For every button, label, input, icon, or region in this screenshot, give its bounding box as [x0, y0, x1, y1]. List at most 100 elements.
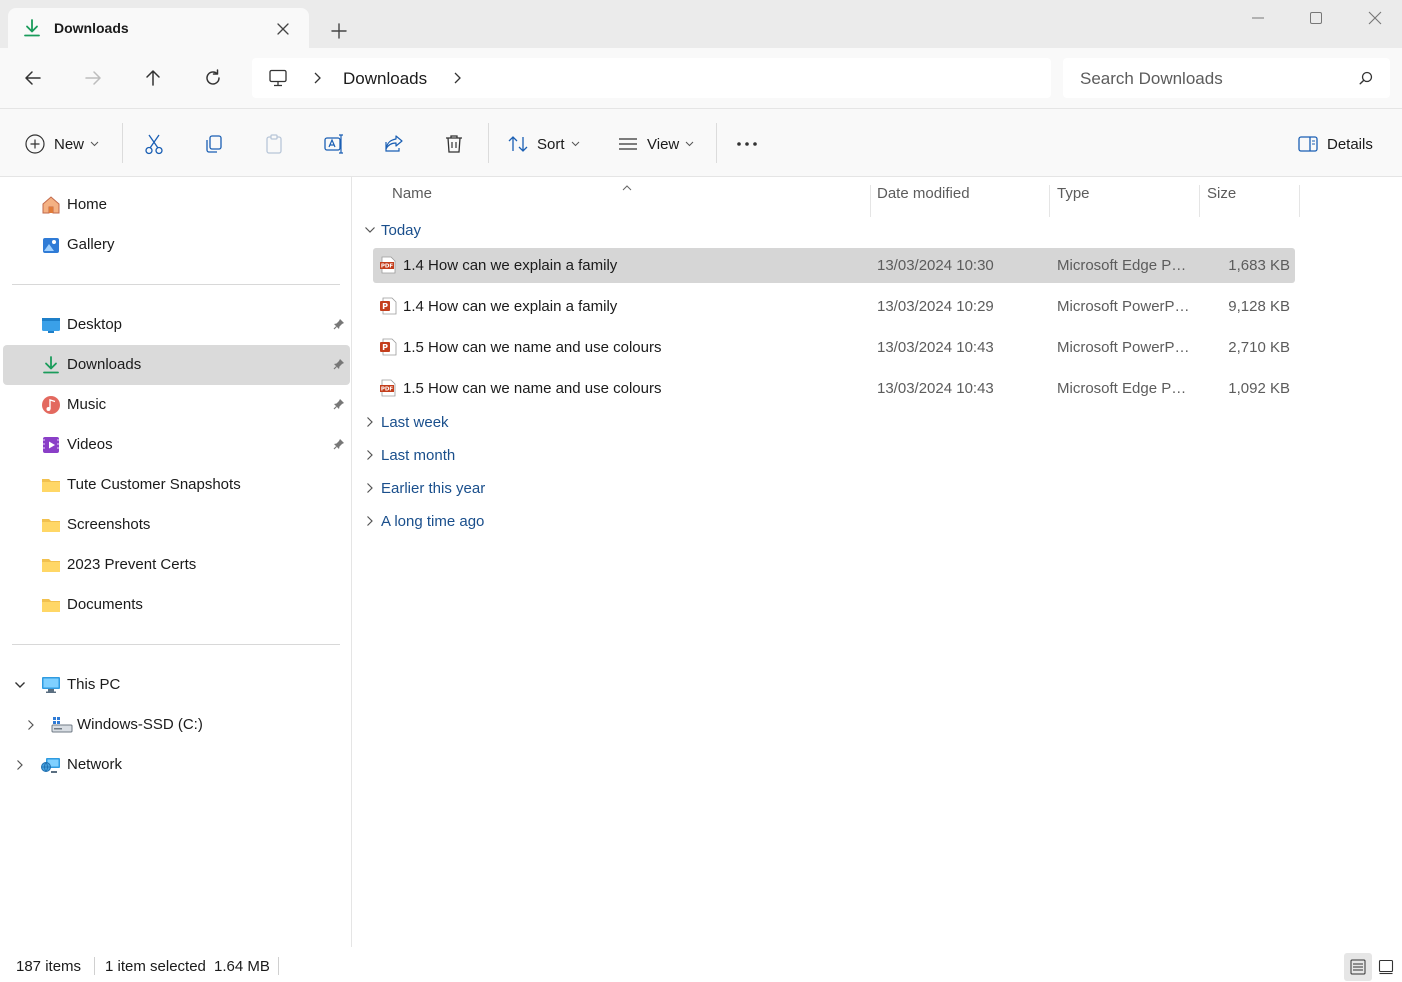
- file-date: 13/03/2024 10:43: [877, 339, 994, 356]
- sidebar-item-label: Downloads: [67, 356, 142, 373]
- file-name: 1.4 How can we explain a family: [403, 257, 618, 274]
- file-row[interactable]: PDF 1.4 How can we explain a family 13/0…: [373, 248, 1295, 283]
- new-button[interactable]: New: [24, 131, 99, 157]
- pin-icon[interactable]: [333, 318, 345, 330]
- group-header-last-week[interactable]: Last week: [363, 410, 449, 434]
- pin-icon[interactable]: [333, 438, 345, 450]
- item-count: 187 items: [16, 958, 82, 975]
- refresh-button[interactable]: [201, 66, 225, 90]
- sidebar-item-gallery[interactable]: Gallery: [3, 225, 350, 265]
- chevron-right-icon[interactable]: [14, 759, 26, 771]
- search-input[interactable]: Search Downloads: [1063, 58, 1390, 98]
- file-row[interactable]: P 1.4 How can we explain a family 13/03/…: [373, 289, 1295, 324]
- cut-button[interactable]: [143, 131, 165, 157]
- sidebar-item-label: Tute Customer Snapshots: [67, 476, 241, 493]
- column-divider[interactable]: [1199, 185, 1200, 217]
- column-header-name[interactable]: Name: [392, 185, 432, 202]
- download-icon: [41, 355, 61, 375]
- large-icons-view-button[interactable]: [1372, 953, 1400, 981]
- chevron-down-icon: [571, 141, 580, 147]
- group-header-a-long-time-ago[interactable]: A long time ago: [363, 509, 484, 533]
- file-row[interactable]: PDF 1.5 How can we name and use colours …: [373, 371, 1295, 406]
- group-label: Earlier this year: [381, 479, 486, 497]
- pin-icon[interactable]: [333, 358, 345, 370]
- details-pane-button[interactable]: Details: [1297, 131, 1373, 157]
- column-header-date[interactable]: Date modified: [877, 185, 970, 202]
- sidebar-item-videos[interactable]: Videos: [3, 425, 350, 465]
- sidebar-item-screenshots[interactable]: Screenshots: [3, 505, 350, 545]
- file-name: 1.4 How can we explain a family: [403, 298, 618, 315]
- close-window-button[interactable]: [1352, 4, 1398, 32]
- title-bar: Downloads: [0, 0, 1402, 48]
- sidebar-item-home[interactable]: Home: [3, 185, 350, 225]
- music-icon: [41, 395, 61, 415]
- group-header-earlier-this-year[interactable]: Earlier this year: [363, 476, 485, 500]
- file-date: 13/03/2024 10:43: [877, 380, 994, 397]
- rename-button[interactable]: [323, 131, 345, 157]
- chevron-right-icon[interactable]: [25, 719, 37, 731]
- column-header-type[interactable]: Type: [1057, 185, 1090, 202]
- file-size: 2,710 KB: [1228, 339, 1290, 356]
- search-icon[interactable]: [1359, 71, 1373, 85]
- sort-icon: [507, 133, 529, 155]
- trash-icon: [443, 133, 465, 155]
- tab-downloads[interactable]: Downloads: [8, 8, 309, 48]
- sidebar-item-windows-ssd[interactable]: Windows-SSD (C:): [3, 705, 350, 745]
- sort-button[interactable]: Sort: [507, 131, 580, 157]
- computer-icon[interactable]: [268, 68, 288, 88]
- maximize-button[interactable]: [1293, 4, 1339, 32]
- command-bar: New Sort View Details: [0, 108, 1402, 177]
- details-view-button[interactable]: [1344, 953, 1372, 981]
- back-button[interactable]: [21, 66, 45, 90]
- chevron-down-icon: [363, 224, 377, 236]
- videos-icon: [41, 435, 61, 455]
- column-divider[interactable]: [870, 185, 871, 217]
- status-bar: 187 items 1 item selected 1.64 MB: [0, 947, 1402, 982]
- chevron-down-icon[interactable]: [14, 679, 26, 691]
- breadcrumb-downloads[interactable]: Downloads: [343, 69, 427, 89]
- sidebar-item-this-pc[interactable]: This PC: [3, 665, 350, 705]
- new-tab-button[interactable]: [328, 20, 350, 42]
- copy-button[interactable]: [203, 131, 225, 157]
- more-options-button[interactable]: [736, 131, 758, 157]
- minimize-button[interactable]: [1235, 4, 1281, 32]
- column-header-size[interactable]: Size: [1207, 185, 1236, 202]
- close-tab-icon[interactable]: [274, 20, 292, 38]
- column-divider[interactable]: [1049, 185, 1050, 217]
- view-button[interactable]: View: [617, 131, 694, 157]
- powerpoint-icon: P: [379, 338, 397, 356]
- group-header-today[interactable]: Today: [363, 218, 421, 242]
- sidebar-item-documents[interactable]: Documents: [3, 585, 350, 625]
- sidebar-item-downloads[interactable]: Downloads: [3, 345, 350, 385]
- paste-button[interactable]: [263, 131, 285, 157]
- chevron-right-icon: [363, 416, 377, 428]
- sidebar-item-music[interactable]: Music: [3, 385, 350, 425]
- address-bar[interactable]: Downloads: [252, 58, 1051, 98]
- selection-size: 1.64 MB: [214, 958, 270, 975]
- file-name: 1.5 How can we name and use colours: [403, 339, 662, 356]
- file-row[interactable]: P 1.5 How can we name and use colours 13…: [373, 330, 1295, 365]
- sidebar-item-tute-customer-snapshots[interactable]: Tute Customer Snapshots: [3, 465, 350, 505]
- chevron-right-icon[interactable]: [311, 71, 323, 85]
- forward-button[interactable]: [81, 66, 105, 90]
- column-divider[interactable]: [1299, 185, 1300, 217]
- sidebar-item-2023-prevent-certs[interactable]: 2023 Prevent Certs: [3, 545, 350, 585]
- network-icon: [41, 755, 61, 775]
- rename-icon: [323, 133, 345, 155]
- group-header-last-month[interactable]: Last month: [363, 443, 455, 467]
- file-type: Microsoft Edge PD...: [1057, 257, 1193, 274]
- delete-button[interactable]: [443, 131, 465, 157]
- up-button[interactable]: [141, 66, 165, 90]
- file-type: Microsoft Edge PD...: [1057, 380, 1193, 397]
- clipboard-icon: [263, 133, 285, 155]
- chevron-right-icon[interactable]: [451, 71, 463, 85]
- share-button[interactable]: [383, 131, 405, 157]
- folder-icon: [41, 475, 61, 495]
- pin-icon[interactable]: [333, 398, 345, 410]
- group-label: Today: [381, 221, 422, 239]
- sidebar-item-desktop[interactable]: Desktop: [3, 305, 350, 345]
- search-placeholder: Search Downloads: [1080, 69, 1223, 88]
- pdf-icon: PDF: [379, 256, 397, 274]
- sidebar-item-label: Desktop: [67, 316, 123, 333]
- sidebar-item-network[interactable]: Network: [3, 745, 350, 785]
